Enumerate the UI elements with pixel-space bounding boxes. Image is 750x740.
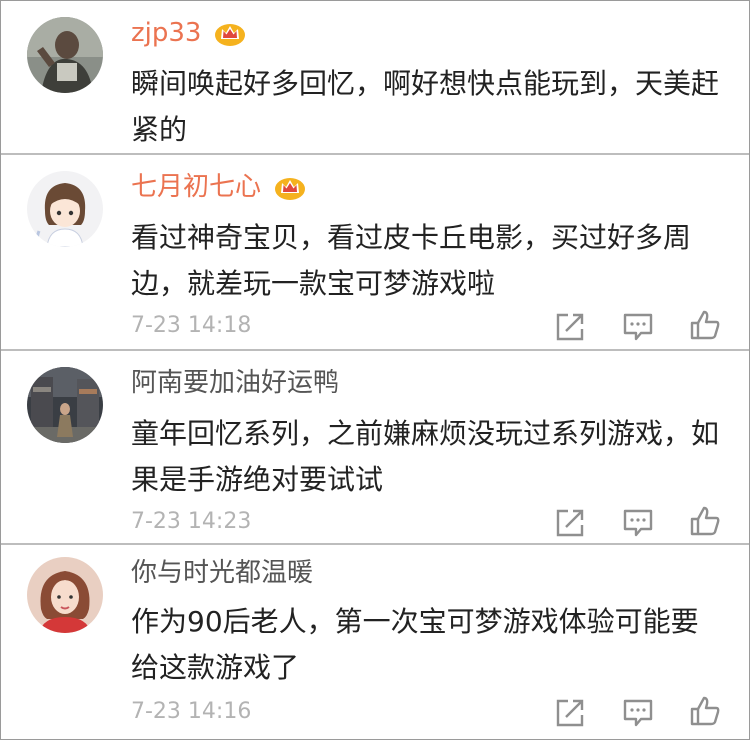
avatar[interactable] xyxy=(27,171,103,247)
avatar[interactable] xyxy=(27,17,103,93)
crown-icon xyxy=(213,19,247,47)
comment-item: zjp33 瞬间唤起好多回忆，啊好想快点能玩到，天美赶紧的 xyxy=(1,1,749,155)
comment-icon[interactable] xyxy=(622,697,654,729)
share-icon[interactable] xyxy=(554,507,586,539)
comment-icon[interactable] xyxy=(622,311,654,343)
timestamp: 7-23 14:18 xyxy=(131,313,252,338)
username[interactable]: 阿南要加油好运鸭 xyxy=(131,365,339,401)
avatar[interactable] xyxy=(27,557,103,633)
comment-list: zjp33 瞬间唤起好多回忆，啊好想快点能玩到，天美赶紧的 七月初七心 看过神奇… xyxy=(0,0,750,740)
username[interactable]: zjp33 xyxy=(131,15,201,51)
like-icon[interactable] xyxy=(689,505,721,537)
comment-text: 作为90后老人，第一次宝可梦游戏体验可能要给这款游戏了 xyxy=(131,605,699,684)
username[interactable]: 你与时光都温暖 xyxy=(131,555,313,591)
comment-text: 童年回忆系列，之前嫌麻烦没玩过系列游戏，如果是手游绝对要试试 xyxy=(131,417,720,496)
timestamp: 7-23 14:23 xyxy=(131,509,252,534)
avatar[interactable] xyxy=(27,367,103,443)
timestamp: 7-23 14:16 xyxy=(131,699,252,724)
username[interactable]: 七月初七心 xyxy=(131,169,261,205)
comment-item: 你与时光都温暖 作为90后老人，第一次宝可梦游戏体验可能要给这款游戏了 7-23… xyxy=(1,545,749,739)
like-icon[interactable] xyxy=(689,309,721,341)
comment-item: 七月初七心 看过神奇宝贝，看过皮卡丘电影，买过好多周边，就差玩一款宝可梦游戏啦 … xyxy=(1,155,749,351)
comment-text: 瞬间唤起好多回忆，啊好想快点能玩到，天美赶紧的 xyxy=(131,67,720,146)
share-icon[interactable] xyxy=(554,311,586,343)
share-icon[interactable] xyxy=(554,697,586,729)
comment-icon[interactable] xyxy=(622,507,654,539)
comment-item: 阿南要加油好运鸭 童年回忆系列，之前嫌麻烦没玩过系列游戏，如果是手游绝对要试试 … xyxy=(1,351,749,545)
like-icon[interactable] xyxy=(689,695,721,727)
comment-text: 看过神奇宝贝，看过皮卡丘电影，买过好多周边，就差玩一款宝可梦游戏啦 xyxy=(131,221,692,300)
crown-icon xyxy=(273,173,307,201)
